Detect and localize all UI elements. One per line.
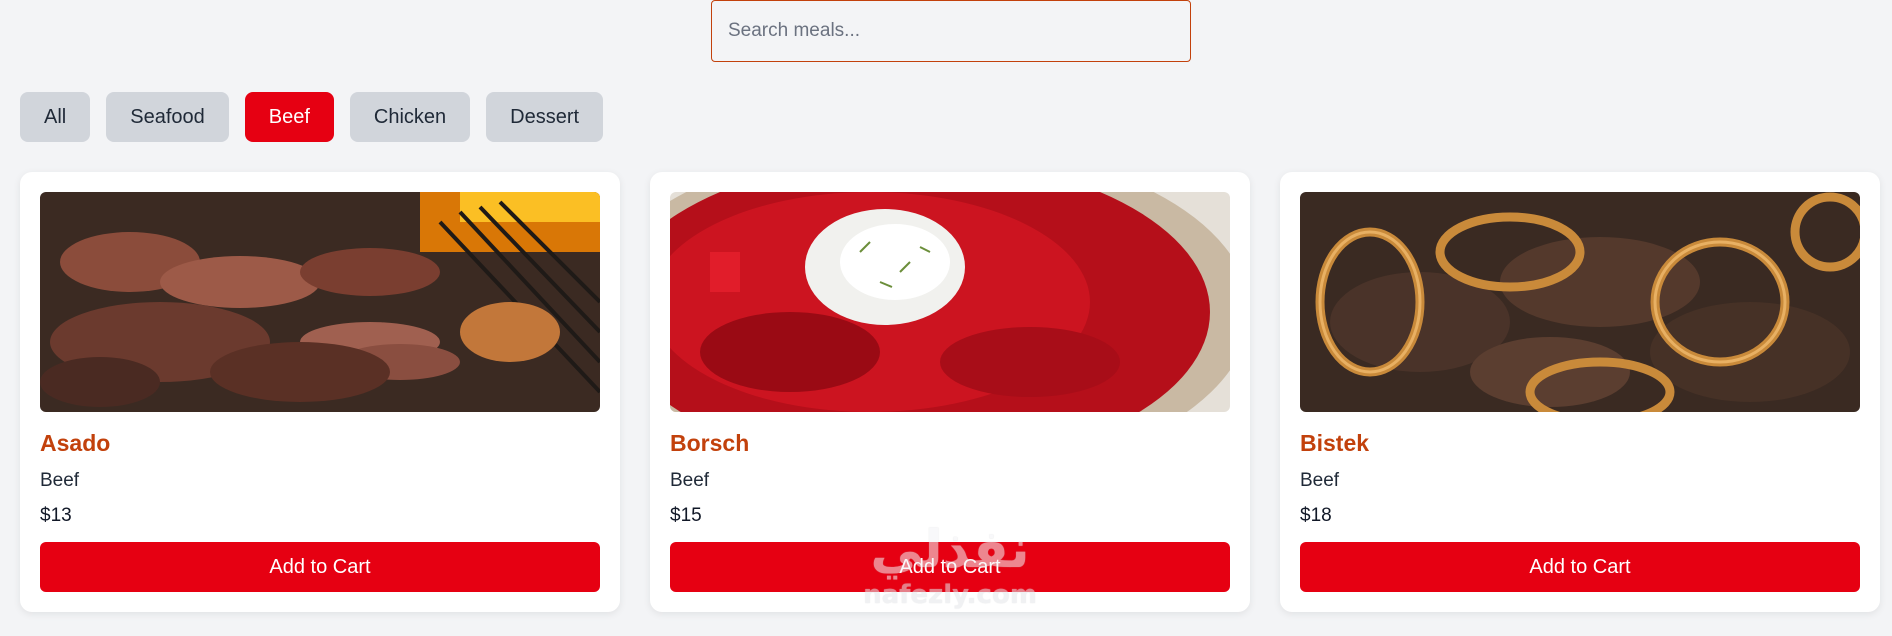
meal-category: Beef — [1300, 470, 1340, 491]
meal-price: $18 — [1300, 505, 1332, 526]
filter-beef[interactable]: Beef — [244, 92, 334, 142]
search-input[interactable] — [711, 0, 1191, 62]
meal-price: $13 — [40, 505, 72, 526]
meal-card: Bistek Beef $18 Add to Cart — [1280, 172, 1880, 612]
meal-category: Beef — [670, 470, 710, 491]
meal-card: Borsch Beef $15 Add to Cart — [650, 172, 1250, 612]
add-to-cart-button[interactable]: Add to Cart — [670, 542, 1230, 592]
filter-seafood[interactable]: Seafood — [106, 92, 229, 142]
meals-page: All Seafood Beef Chicken Dessert — [0, 0, 1892, 636]
filter-dessert[interactable]: Dessert — [486, 92, 604, 142]
meal-card: Asado Beef $13 Add to Cart — [20, 172, 620, 612]
add-to-cart-button[interactable]: Add to Cart — [40, 542, 600, 592]
meal-name: Asado — [40, 430, 111, 456]
meal-grid: Asado Beef $13 Add to Cart Borsch Beef $… — [20, 172, 1892, 612]
meal-image-borsch — [670, 192, 1230, 412]
meal-image-asado — [40, 192, 600, 412]
filter-chicken[interactable]: Chicken — [349, 92, 471, 142]
meal-name: Bistek — [1300, 430, 1370, 456]
meal-image-bistek — [1300, 192, 1860, 412]
meal-category: Beef — [40, 470, 80, 491]
search-bar — [711, 0, 1191, 62]
category-filters: All Seafood Beef Chicken Dessert — [20, 92, 604, 142]
add-to-cart-button[interactable]: Add to Cart — [1300, 542, 1860, 592]
meal-price: $15 — [670, 505, 702, 526]
meal-name: Borsch — [670, 430, 750, 456]
filter-all[interactable]: All — [20, 92, 91, 142]
